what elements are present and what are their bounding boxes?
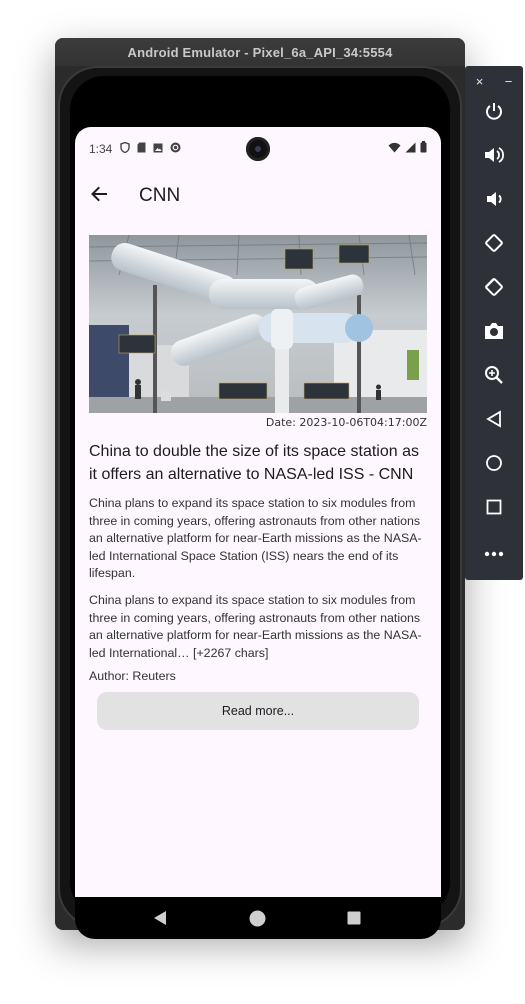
camera-icon <box>483 322 505 345</box>
rotate-right-icon <box>483 276 505 303</box>
sync-icon <box>170 142 181 156</box>
emulator-title: Android Emulator - Pixel_6a_API_34:5554 <box>127 44 393 60</box>
rotate-right-button[interactable] <box>479 274 509 304</box>
cell-signal-icon <box>405 142 416 156</box>
more-horizontal-icon <box>484 544 504 562</box>
article-image <box>89 235 427 413</box>
sd-card-icon <box>137 142 146 156</box>
article-date: Date: 2023-10-06T04:17:00Z <box>265 416 427 429</box>
emulator-side-toolbar: × − <box>465 66 523 580</box>
article-author: Author: Reuters <box>89 669 176 684</box>
square-overview-icon <box>486 499 502 520</box>
triangle-back-icon <box>486 409 502 433</box>
front-camera <box>246 137 270 161</box>
power-button[interactable] <box>479 98 509 128</box>
status-indicators <box>388 141 427 156</box>
article-content: Date: 2023-10-06T04:17:00Z China to doub… <box>89 235 427 731</box>
nav-back-icon[interactable] <box>153 910 167 931</box>
zoom-button[interactable] <box>479 362 509 392</box>
overview-button-toolbar[interactable] <box>479 494 509 524</box>
article-headline: China to double the size of its space st… <box>89 443 419 483</box>
back-button[interactable] <box>75 172 123 220</box>
minimize-window-button[interactable]: − <box>505 74 513 89</box>
back-button-toolbar[interactable] <box>479 406 509 436</box>
nav-home-icon[interactable] <box>249 910 266 932</box>
emulator-window: Android Emulator - Pixel_6a_API_34:5554 … <box>55 38 465 939</box>
status-time: 1:34 <box>89 142 113 156</box>
status-bar: 1:34 <box>75 127 441 171</box>
zoom-icon <box>484 365 504 390</box>
rotate-left-button[interactable] <box>479 230 509 260</box>
close-window-button[interactable]: × <box>476 74 484 89</box>
circle-home-icon <box>485 454 503 477</box>
image-icon <box>153 143 163 156</box>
system-nav-bar <box>75 897 441 939</box>
emulator-title-bar[interactable]: Android Emulator - Pixel_6a_API_34:5554 <box>55 38 465 66</box>
power-icon <box>484 101 504 126</box>
volume-up-icon <box>483 145 505 170</box>
volume-up-button[interactable] <box>479 142 509 172</box>
wifi-icon <box>388 142 401 156</box>
home-button-toolbar[interactable] <box>479 450 509 480</box>
battery-icon <box>420 141 427 156</box>
read-more-button[interactable]: Read more... <box>97 692 419 731</box>
rotate-left-icon <box>483 232 505 259</box>
nav-recents-icon[interactable] <box>347 911 361 930</box>
volume-down-icon <box>484 189 504 214</box>
article-body: China plans to expand its space station … <box>89 592 422 660</box>
more-options-button[interactable] <box>479 538 509 568</box>
article-description: China plans to expand its space station … <box>89 496 422 581</box>
shield-icon <box>120 141 131 156</box>
page-title: CNN <box>139 185 181 206</box>
screenshot-button[interactable] <box>479 318 509 348</box>
back-arrow-icon <box>90 185 108 208</box>
volume-down-button[interactable] <box>479 186 509 216</box>
device-screen: 1:34 CNN Date: 2023-10-06T04:17:00Z Chin… <box>75 127 441 897</box>
app-bar: CNN <box>75 171 441 221</box>
toolbar-window-controls: × − <box>465 70 523 92</box>
